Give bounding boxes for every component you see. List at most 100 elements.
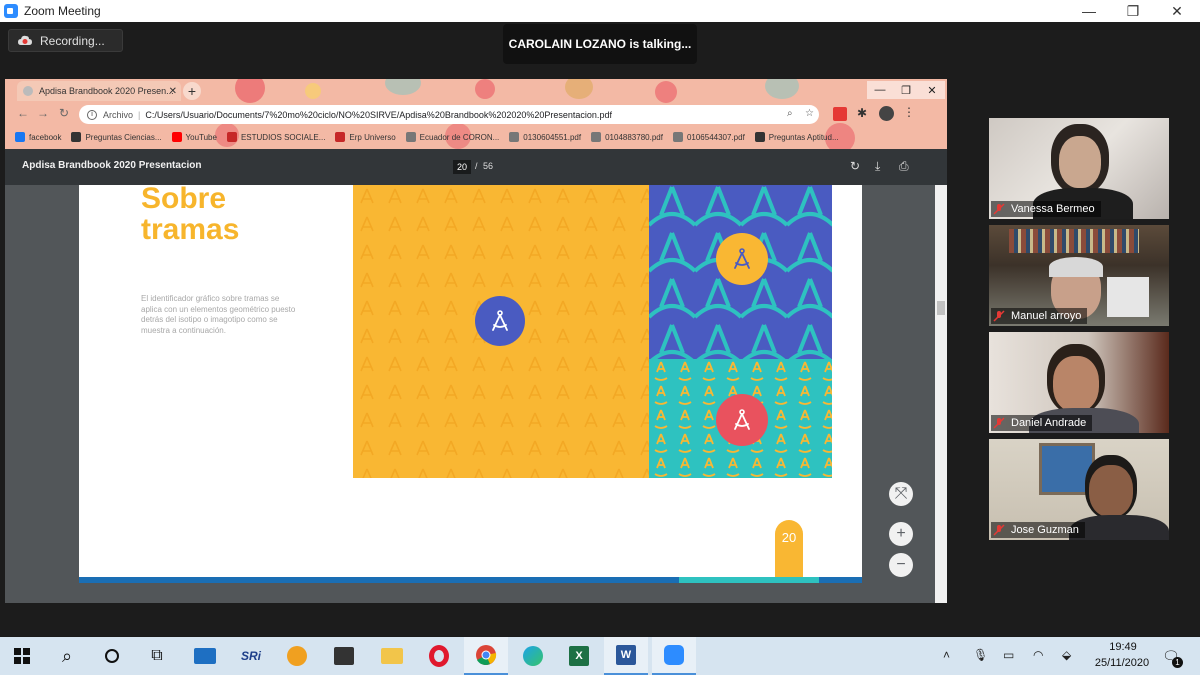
- participant-name: Jose Guzman: [1011, 524, 1079, 536]
- clock-time[interactable]: 19:49: [1103, 641, 1143, 653]
- bookmark-item[interactable]: Preguntas Ciencias...: [71, 132, 162, 142]
- bookmark-favicon-icon: [226, 132, 237, 142]
- reload-icon[interactable]: ↻: [59, 106, 69, 120]
- edge-browser-icon[interactable]: [511, 637, 555, 675]
- opera-browser-icon[interactable]: [417, 637, 461, 675]
- bookmark-item[interactable]: 0106544307.pdf: [672, 132, 745, 142]
- new-tab-button[interactable]: +: [183, 82, 201, 100]
- participant-video: [1089, 465, 1133, 517]
- word-app-icon[interactable]: W: [604, 637, 648, 675]
- bookmark-label: Preguntas Ciencias...: [85, 132, 162, 142]
- participant-label: Vanessa Bermeo: [991, 201, 1101, 217]
- browser-restore-button[interactable]: ❐: [893, 81, 919, 99]
- bookmark-item[interactable]: facebook: [15, 132, 61, 142]
- participant-label: Manuel arroyo: [991, 308, 1088, 324]
- blue-pattern-panel: [649, 185, 832, 359]
- microphone-tray-icon[interactable]: 🎙: [973, 648, 988, 662]
- file-explorer-icon[interactable]: [370, 637, 414, 675]
- zoom-out-button[interactable]: −: [889, 553, 913, 577]
- bookmark-favicon-icon: [171, 132, 182, 142]
- wifi-icon[interactable]: ◠: [1033, 648, 1043, 662]
- profile-avatar[interactable]: [879, 106, 894, 121]
- page-heading-line2: tramas: [141, 213, 240, 246]
- participant-name: Daniel Andrade: [1011, 417, 1087, 429]
- bookmark-label: Erp Universo: [349, 132, 396, 142]
- theme-decoration: [305, 83, 321, 99]
- bookmark-item[interactable]: ESTUDIOS SOCIALE...: [226, 132, 326, 142]
- browser-close-button[interactable]: ✕: [919, 81, 945, 99]
- bookmark-item[interactable]: Erp Universo: [335, 132, 396, 142]
- people-app-icon[interactable]: [275, 637, 319, 675]
- theme-decoration: [235, 79, 265, 103]
- bookmark-label: Ecuador de CORON...: [419, 132, 500, 142]
- extension-icon[interactable]: [833, 107, 847, 121]
- yellow-pattern-panel: [353, 185, 649, 478]
- zoom-titlebar: Zoom Meeting — ❐ ✕: [0, 0, 1200, 22]
- bookmark-item[interactable]: 0104883780.pdf: [591, 132, 663, 142]
- bookmark-item[interactable]: Ecuador de CORON...: [405, 132, 500, 142]
- bookmark-item[interactable]: 0130604551.pdf: [509, 132, 581, 142]
- store-app-icon[interactable]: [322, 637, 366, 675]
- close-button[interactable]: ✕: [1154, 0, 1200, 22]
- bookmark-item[interactable]: Preguntas Aptitud...: [754, 132, 839, 142]
- address-bar[interactable]: i Archivo | C:/Users/Usuario/Documents/7…: [79, 105, 819, 124]
- back-arrow-icon[interactable]: ←: [17, 106, 29, 120]
- recording-indicator[interactable]: Recording...: [8, 29, 123, 52]
- download-icon[interactable]: ⤓: [875, 159, 880, 174]
- muted-mic-icon: [993, 310, 1005, 322]
- mail-app-icon[interactable]: [183, 637, 227, 675]
- dropbox-icon[interactable]: ⬙: [1062, 648, 1071, 662]
- search-icon[interactable]: ⌕: [45, 637, 89, 675]
- participant-tile[interactable]: Jose Guzman: [989, 439, 1169, 540]
- show-hidden-icons-chevron-icon[interactable]: ˄: [943, 648, 950, 662]
- fit-to-page-button[interactable]: ⤧: [889, 482, 913, 506]
- bookmark-item[interactable]: YouTube: [171, 132, 217, 142]
- minimize-button[interactable]: —: [1066, 0, 1112, 22]
- page-footer-accent: [679, 577, 819, 583]
- search-icon[interactable]: ⌕: [787, 108, 793, 119]
- bookmark-favicon-icon: [15, 132, 25, 142]
- site-info-icon[interactable]: i: [87, 109, 97, 120]
- battery-icon[interactable]: ▭: [1003, 648, 1014, 662]
- extensions-puzzle-icon[interactable]: ✱: [857, 106, 867, 120]
- browser-tab[interactable]: Apdisa Brandbook 2020 Presen... ✕: [17, 81, 181, 101]
- participant-tile[interactable]: Vanessa Bermeo: [989, 118, 1169, 219]
- tab-title: Apdisa Brandbook 2020 Presen...: [39, 86, 174, 96]
- chrome-browser-icon[interactable]: [464, 637, 508, 675]
- address-scheme: Archivo: [103, 109, 134, 120]
- menu-kebab-icon[interactable]: ⋮: [903, 105, 915, 119]
- compass-emblem-icon: [716, 394, 768, 446]
- browser-minimize-button[interactable]: —: [867, 81, 893, 99]
- shared-screen[interactable]: Apdisa Brandbook 2020 Presen... ✕ + — ❐ …: [5, 79, 947, 603]
- sri-app-icon[interactable]: SRi: [229, 637, 273, 675]
- clock-date[interactable]: 25/11/2020: [1087, 657, 1157, 669]
- excel-app-icon[interactable]: X: [557, 637, 601, 675]
- forward-arrow-icon[interactable]: →: [37, 106, 49, 120]
- compass-emblem-icon: [475, 296, 525, 346]
- page-number-input[interactable]: 20: [453, 160, 471, 174]
- pdf-scrollbar[interactable]: [935, 185, 947, 603]
- bookmark-favicon-icon: [672, 132, 683, 142]
- participant-tile[interactable]: Daniel Andrade: [989, 332, 1169, 433]
- start-button[interactable]: [0, 637, 44, 675]
- recording-label: Recording...: [40, 33, 105, 48]
- page-number-tab: 20: [775, 520, 803, 583]
- cortana-icon[interactable]: [90, 637, 134, 675]
- zoom-in-button[interactable]: +: [889, 522, 913, 546]
- pdf-viewport[interactable]: Sobre tramas El identificador gráfico so…: [5, 185, 947, 603]
- tab-close-icon[interactable]: ✕: [169, 86, 177, 97]
- print-icon[interactable]: ⎙: [899, 159, 909, 174]
- zoom-app-taskbar-icon[interactable]: [652, 637, 696, 675]
- maximize-button[interactable]: ❐: [1110, 0, 1156, 22]
- scrollbar-thumb[interactable]: [937, 301, 945, 315]
- bookmark-star-icon[interactable]: ☆: [805, 108, 814, 119]
- bookmark-label: ESTUDIOS SOCIALE...: [240, 132, 326, 142]
- task-view-icon[interactable]: ⧉: [135, 637, 179, 675]
- bookmarks-bar: facebook Preguntas Ciencias... YouTube ESTU…: [5, 127, 947, 147]
- rotate-icon[interactable]: ↻: [850, 159, 860, 173]
- bookmark-favicon-icon: [405, 132, 416, 142]
- notification-count-badge: 1: [1172, 657, 1183, 668]
- bookmark-label: 0104883780.pdf: [605, 132, 663, 142]
- compass-emblem-icon: [716, 233, 768, 285]
- participant-tile[interactable]: Manuel arroyo: [989, 225, 1169, 326]
